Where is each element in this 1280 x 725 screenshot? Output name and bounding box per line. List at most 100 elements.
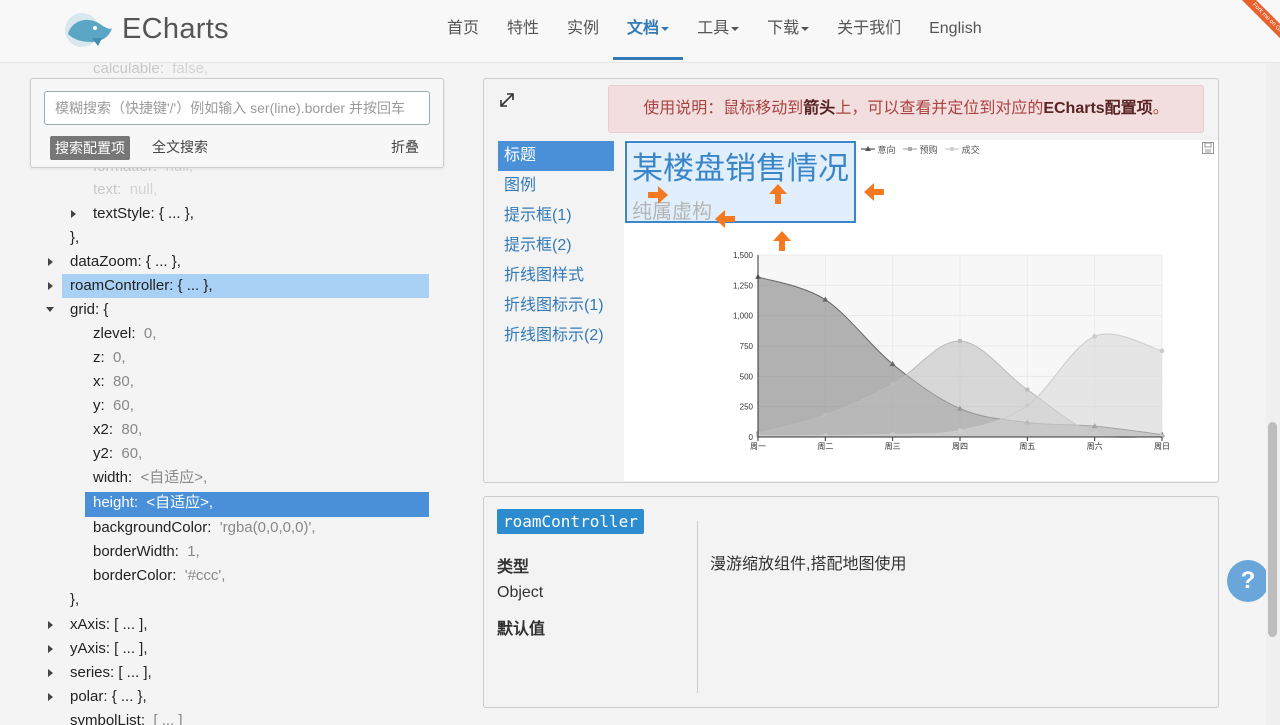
category-title[interactable]: 标题 bbox=[498, 141, 614, 171]
nav-english[interactable]: English bbox=[915, 0, 995, 60]
tree-item-borderwidth[interactable]: borderWidth: 1, bbox=[93, 541, 200, 563]
collapse-arrow-icon[interactable] bbox=[46, 307, 54, 312]
tree-close-brace: }, bbox=[70, 227, 79, 249]
legend-item[interactable]: 预购 bbox=[903, 143, 938, 156]
tree-key: }, bbox=[70, 591, 80, 608]
legend-label: 意向 bbox=[877, 145, 896, 155]
nav-docs[interactable]: 文档 bbox=[613, 0, 684, 60]
arrow-right-icon[interactable] bbox=[646, 183, 670, 207]
tree-item-y2[interactable]: y2: 60, bbox=[93, 443, 142, 465]
category-legend[interactable]: 图例 bbox=[498, 171, 614, 201]
tree-item-grid[interactable]: grid: { bbox=[46, 299, 108, 321]
tree-item-polar[interactable]: polar: { ... }, bbox=[48, 686, 147, 708]
chart-title-box[interactable]: 某楼盘销售情况 纯属虚构 bbox=[625, 141, 856, 223]
nav-features[interactable]: 特性 bbox=[493, 0, 553, 60]
nav-examples[interactable]: 实例 bbox=[553, 0, 613, 60]
tree-key: series: [ ... ], bbox=[70, 664, 152, 681]
search-config-button[interactable]: 搜索配置项 bbox=[50, 136, 130, 160]
tree-value: 80, bbox=[113, 373, 134, 390]
expand-arrow-icon[interactable] bbox=[48, 282, 53, 290]
tree-item-roamcontroller[interactable]: roamController: { ... }, bbox=[48, 275, 213, 297]
page-scrollbar[interactable] bbox=[1266, 62, 1280, 725]
tree-key: backgroundColor: bbox=[93, 519, 212, 536]
tree-item-height[interactable]: height: <自适应>, bbox=[93, 492, 213, 514]
data-point bbox=[957, 428, 963, 433]
arrow-left-icon[interactable] bbox=[713, 207, 737, 231]
data-point bbox=[823, 412, 828, 417]
category-tooltip-1[interactable]: 提示框(1) bbox=[498, 201, 614, 231]
tree-item-text[interactable]: text: null, bbox=[93, 179, 157, 201]
save-image-icon[interactable] bbox=[1202, 142, 1214, 154]
data-point bbox=[1092, 333, 1097, 339]
echarts-logo-icon[interactable] bbox=[62, 8, 114, 50]
tree-item-bordercolor[interactable]: borderColor: '#ccc', bbox=[93, 565, 225, 587]
tree-item-xaxis[interactable]: xAxis: [ ... ], bbox=[48, 614, 148, 636]
help-button[interactable]: ? bbox=[1227, 560, 1269, 602]
legend-item[interactable]: 意向 bbox=[861, 143, 896, 156]
type-value: Object bbox=[497, 584, 544, 601]
chart-panel: 使用说明：鼠标移动到箭头上，可以查看并定位到对应的ECharts配置项。 标题 … bbox=[483, 78, 1219, 483]
y-tick-label: 0 bbox=[749, 433, 754, 442]
tree-value: 80, bbox=[121, 421, 143, 438]
tree-item-x[interactable]: x: 80, bbox=[93, 371, 134, 393]
fold-button[interactable]: 折叠 bbox=[391, 137, 419, 157]
tree-item-textstyle[interactable]: textStyle: { ... }, bbox=[71, 203, 194, 225]
category-line-mark-1[interactable]: 折线图标示(1) bbox=[498, 291, 614, 321]
chart-subtitle: 纯属虚构 bbox=[632, 201, 712, 223]
option-name-tag: roamController bbox=[497, 509, 644, 534]
category-tooltip-2[interactable]: 提示框(2) bbox=[498, 231, 614, 261]
arrow-up-icon[interactable] bbox=[770, 229, 794, 253]
tree-value: 0, bbox=[143, 325, 157, 342]
tree-key: calculable: bbox=[93, 62, 164, 77]
logo-text[interactable]: ECharts bbox=[122, 13, 229, 46]
expand-arrow-icon[interactable] bbox=[71, 210, 76, 218]
shrink-icon[interactable] bbox=[498, 91, 516, 109]
tree-item-x2[interactable]: x2: 80, bbox=[93, 419, 142, 441]
fulltext-search-button[interactable]: 全文搜索 bbox=[152, 137, 208, 157]
tree-item-datazoom[interactable]: dataZoom: { ... }, bbox=[48, 251, 181, 273]
main-nav: 首页 特性 实例 文档 工具 下载 关于我们 English bbox=[433, 0, 996, 60]
legend-marker-icon bbox=[903, 147, 918, 151]
tree-value: null, bbox=[129, 181, 158, 198]
data-point bbox=[890, 432, 895, 437]
expand-arrow-icon[interactable] bbox=[48, 693, 53, 701]
tree-item-series[interactable]: series: [ ... ], bbox=[48, 662, 152, 684]
notice-text: 上，可以查看并定位到对应的 bbox=[835, 100, 1044, 117]
nav-about[interactable]: 关于我们 bbox=[823, 0, 915, 60]
tree-item-width[interactable]: width: <自适应>, bbox=[93, 467, 207, 489]
tree-item-z[interactable]: z: 0, bbox=[93, 347, 126, 369]
y-tick-label: 250 bbox=[740, 403, 754, 412]
nav-label: 文档 bbox=[627, 20, 660, 37]
tree-key: height: bbox=[93, 494, 139, 511]
expand-arrow-icon[interactable] bbox=[48, 258, 53, 266]
github-ribbon-text[interactable]: Fork me on GitHub bbox=[1235, 0, 1280, 58]
tree-item-symbollist[interactable]: symbolList: [ ... ] bbox=[70, 710, 183, 725]
expand-arrow-icon[interactable] bbox=[48, 669, 53, 677]
tree-item-y[interactable]: y: 60, bbox=[93, 395, 134, 417]
tree-key: polar: { ... }, bbox=[70, 688, 147, 705]
category-line-style[interactable]: 折线图样式 bbox=[498, 261, 614, 291]
arrow-up-icon[interactable] bbox=[766, 182, 790, 206]
search-input[interactable] bbox=[44, 91, 430, 125]
x-tick-label: 周三 bbox=[885, 442, 901, 451]
x-tick-label: 周五 bbox=[1019, 442, 1035, 451]
nav-home[interactable]: 首页 bbox=[433, 0, 493, 60]
tree-item-zlevel[interactable]: zlevel: 0, bbox=[93, 323, 156, 345]
category-line-mark-2[interactable]: 折线图标示(2) bbox=[498, 321, 614, 351]
notice-bold: 箭头 bbox=[803, 100, 836, 117]
y-tick-label: 1,000 bbox=[733, 312, 754, 321]
tree-item-backgroundcolor[interactable]: backgroundColor: 'rgba(0,0,0,0)', bbox=[93, 517, 316, 539]
nav-label: 实例 bbox=[567, 20, 600, 37]
tree-item-yaxis[interactable]: yAxis: [ ... ], bbox=[48, 638, 148, 660]
expand-arrow-icon[interactable] bbox=[48, 621, 53, 629]
arrow-left-icon[interactable] bbox=[862, 180, 886, 204]
expand-arrow-icon[interactable] bbox=[48, 645, 53, 653]
top-navbar: ECharts 首页 特性 实例 文档 工具 下载 关于我们 English F… bbox=[0, 0, 1280, 63]
legend-item[interactable]: 成交 bbox=[945, 143, 980, 156]
nav-tools[interactable]: 工具 bbox=[683, 0, 753, 60]
github-ribbon[interactable]: Fork me on GitHub bbox=[1216, 0, 1280, 64]
tree-value: false, bbox=[172, 62, 209, 77]
scrollbar-thumb[interactable] bbox=[1268, 422, 1277, 637]
tree-key: z: bbox=[93, 349, 105, 366]
nav-download[interactable]: 下载 bbox=[753, 0, 823, 60]
